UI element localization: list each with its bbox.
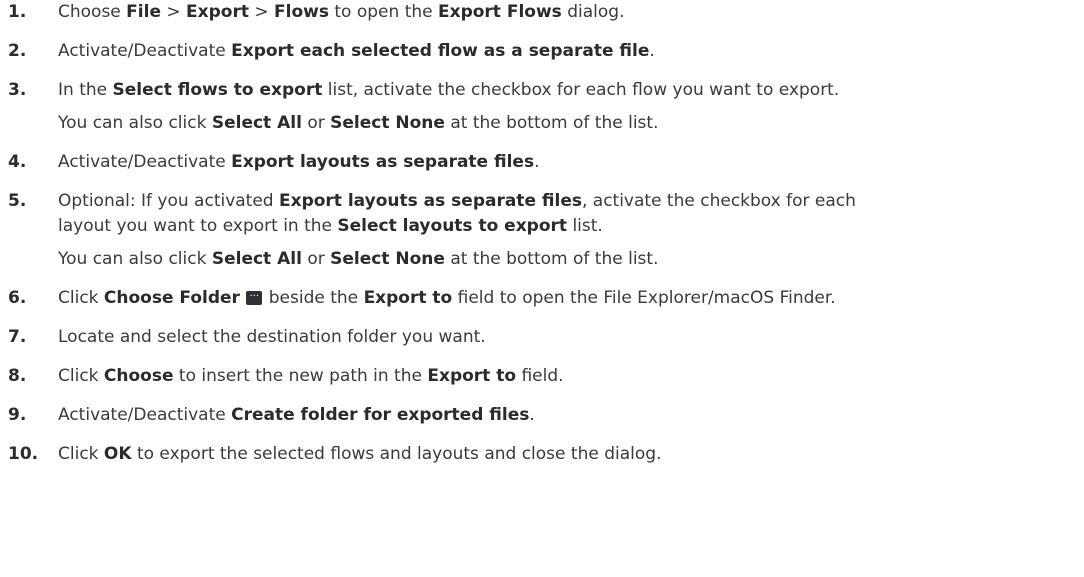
step-10: 10. Click OK to export the selected flow… xyxy=(0,442,1084,467)
step-note: You can also click Select All or Select … xyxy=(58,247,1084,272)
ui-term: Export layouts as separate files xyxy=(231,152,535,172)
instruction-steps: 1. Choose File > Export > Flows to open … xyxy=(0,0,1084,467)
step-text: Click OK to export the selected flows an… xyxy=(58,442,1084,467)
step-2: 2. Activate/Deactivate Export each selec… xyxy=(0,39,1084,64)
step-text: Activate/Deactivate Export each selected… xyxy=(58,39,1084,64)
text-run: to insert the new path in the xyxy=(173,366,428,386)
step-text: Activate/Deactivate Export layouts as se… xyxy=(58,150,1084,175)
step-number: 9. xyxy=(8,405,27,425)
step-text: Click Choose to insert the new path in t… xyxy=(58,364,1084,389)
text-run: > xyxy=(248,2,275,22)
ui-term: Choose xyxy=(103,366,174,386)
ui-term: Export Flows xyxy=(438,2,562,22)
step-text-continued: layout you want to export in the Select … xyxy=(58,214,1084,239)
step-number: 6. xyxy=(8,288,27,308)
text-run: In the xyxy=(58,80,113,100)
step-text: Optional: If you activated Export layout… xyxy=(58,189,1084,214)
text-run: list. xyxy=(567,216,603,236)
step-text: In the Select flows to export list, acti… xyxy=(58,78,1084,103)
ui-term: File xyxy=(126,2,161,22)
ui-term: Create folder for exported files xyxy=(231,405,530,425)
text-run: Activate/Deactivate xyxy=(58,41,232,61)
text-run: . xyxy=(534,152,540,172)
text-run: Choose xyxy=(58,2,127,22)
step-4: 4. Activate/Deactivate Export layouts as… xyxy=(0,150,1084,175)
ui-term: Select All xyxy=(211,113,302,133)
text-run: layout you want to export in the xyxy=(58,216,338,236)
step-number: 4. xyxy=(8,152,27,172)
text-run: You can also click xyxy=(58,249,212,269)
text-run: Activate/Deactivate xyxy=(58,152,232,172)
text-run: field. xyxy=(516,366,564,386)
step-text: Locate and select the destination folder… xyxy=(58,325,1084,350)
ui-term: Select None xyxy=(330,113,445,133)
step-number: 8. xyxy=(8,366,27,386)
step-6: 6. Click Choose Folder beside the Export… xyxy=(0,286,1084,311)
text-run: Locate and select the destination folder… xyxy=(58,327,486,347)
step-text: Choose File > Export > Flows to open the… xyxy=(58,0,1084,25)
step-number: 5. xyxy=(8,191,27,211)
ui-term: Export xyxy=(186,2,249,22)
text-run: at the bottom of the list. xyxy=(444,113,659,133)
text-run: field to open the File Explorer/macOS Fi… xyxy=(452,288,836,308)
text-run: Activate/Deactivate xyxy=(58,405,232,425)
ui-term: Select flows to export xyxy=(112,80,323,100)
ui-term: Export to xyxy=(427,366,517,386)
step-3: 3. In the Select flows to export list, a… xyxy=(0,78,1084,136)
step-text: Activate/Deactivate Create folder for ex… xyxy=(58,403,1084,428)
step-number: 10. xyxy=(8,444,39,464)
step-number: 7. xyxy=(8,327,27,347)
ui-term: Select None xyxy=(330,249,445,269)
step-7: 7. Locate and select the destination fol… xyxy=(0,325,1084,350)
text-run: . xyxy=(529,405,535,425)
text-run: Optional: If you activated xyxy=(58,191,279,211)
text-run: dialog. xyxy=(561,2,625,22)
text-run: Click xyxy=(58,444,104,464)
step-number: 1. xyxy=(8,2,27,22)
text-run: Click xyxy=(58,288,104,308)
text-run: beside the xyxy=(263,288,364,308)
step-9: 9. Activate/Deactivate Create folder for… xyxy=(0,403,1084,428)
step-number: 3. xyxy=(8,80,27,100)
text-run: or xyxy=(301,113,331,133)
text-run: at the bottom of the list. xyxy=(444,249,659,269)
ui-term: Flows xyxy=(274,2,329,22)
text-run: Click xyxy=(58,366,104,386)
step-number: 2. xyxy=(8,41,27,61)
ui-term: Select layouts to export xyxy=(337,216,568,236)
text-run: > xyxy=(160,2,187,22)
ui-term: Export to xyxy=(363,288,453,308)
text-run: to export the selected flows and layouts… xyxy=(131,444,662,464)
text-run: to open the xyxy=(328,2,438,22)
ui-term: Export each selected flow as a separate … xyxy=(231,41,650,61)
step-5: 5. Optional: If you activated Export lay… xyxy=(0,189,1084,272)
ui-term: Export layouts as separate files xyxy=(279,191,582,211)
step-1: 1. Choose File > Export > Flows to open … xyxy=(0,0,1084,25)
text-run: . xyxy=(649,41,655,61)
ui-term: OK xyxy=(103,444,132,464)
ui-term: Choose Folder xyxy=(103,288,240,308)
ellipsis-button-icon xyxy=(246,287,263,305)
text-run: You can also click xyxy=(58,113,212,133)
ui-term: Select All xyxy=(211,249,302,269)
text-run: , activate the checkbox for each xyxy=(581,191,856,211)
text-run: list, activate the checkbox for each flo… xyxy=(322,80,840,100)
step-8: 8. Click Choose to insert the new path i… xyxy=(0,364,1084,389)
text-run: or xyxy=(301,249,331,269)
step-text: Click Choose Folder beside the Export to… xyxy=(58,286,1084,311)
step-note: You can also click Select All or Select … xyxy=(58,111,1084,136)
